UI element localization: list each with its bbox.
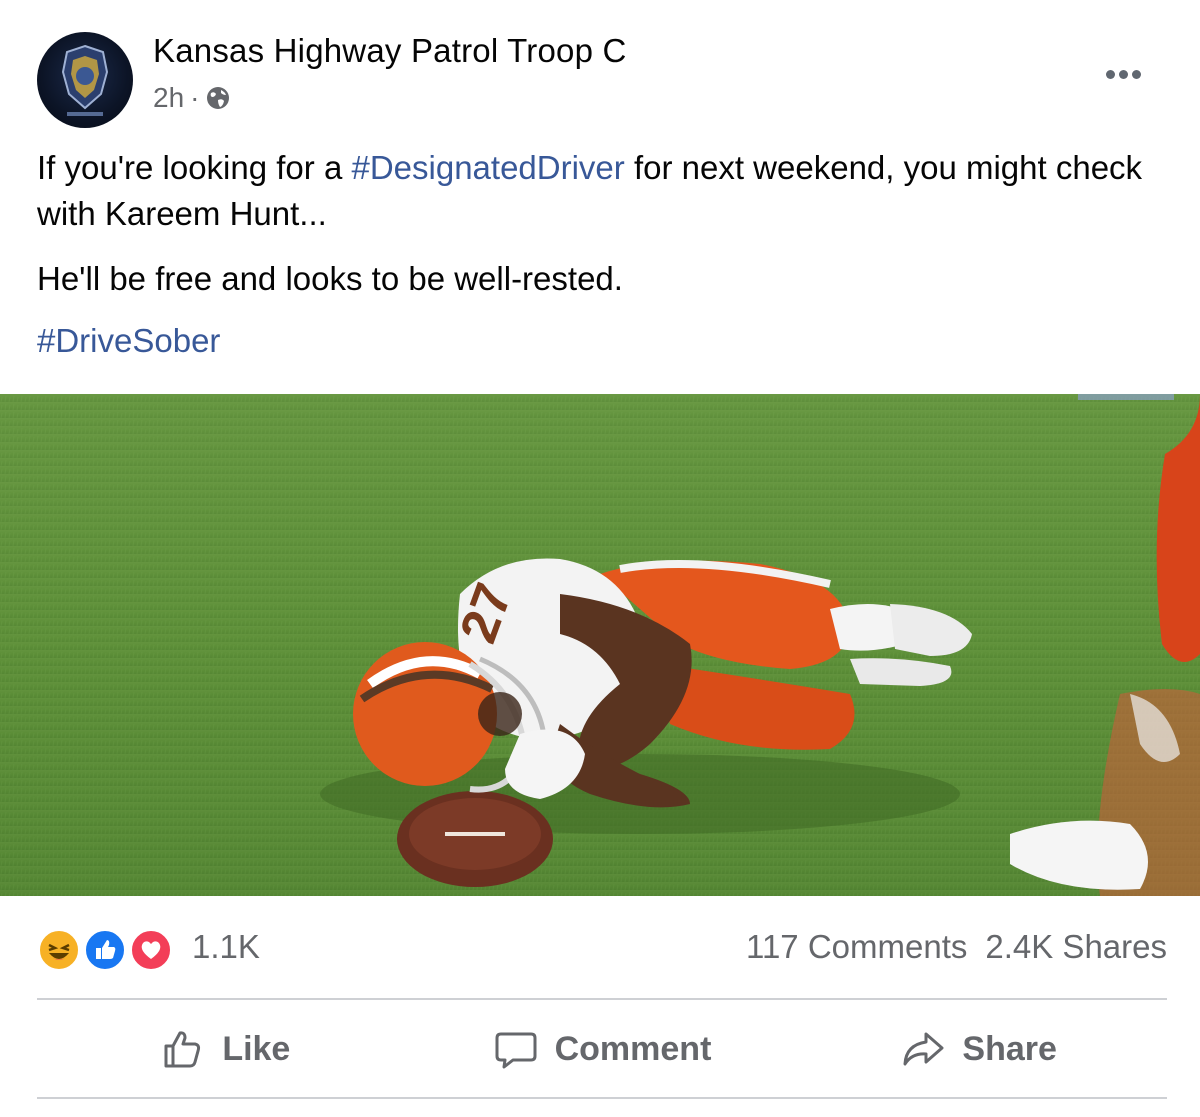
dot-icon: [1131, 69, 1141, 79]
share-button[interactable]: Share: [790, 1004, 1167, 1094]
post-meta: 2h ·: [153, 82, 231, 114]
share-arrow-icon: [903, 1032, 944, 1066]
reactions-bar: 1.1K 117 Comments 2.4K Shares: [37, 920, 1167, 976]
comment-count[interactable]: 117 Comments: [746, 928, 967, 966]
comment-label: Comment: [554, 1029, 712, 1068]
comment-button[interactable]: Comment: [414, 1004, 791, 1094]
reaction-icons[interactable]: [37, 928, 177, 972]
like-reaction-icon: [83, 928, 127, 972]
thumbs-up-icon: [164, 1031, 201, 1068]
post-text-segment: If you're looking for a: [37, 149, 352, 186]
like-label: Like: [222, 1029, 291, 1068]
more-options-icon[interactable]: [1096, 56, 1150, 92]
globe-icon[interactable]: [205, 85, 231, 111]
post-text-paragraph-1: If you're looking for a #DesignatedDrive…: [37, 145, 1177, 237]
dot-icon: [1105, 69, 1115, 79]
post-actions: Like Comment Share: [37, 1004, 1167, 1094]
engagement-counts: 117 Comments 2.4K Shares: [746, 928, 1167, 966]
haha-reaction-icon: [37, 928, 81, 972]
post-header: Kansas Highway Patrol Troop C 2h ·: [0, 0, 1200, 130]
share-label: Share: [962, 1029, 1057, 1068]
hashtag-drive-sober[interactable]: #DriveSober: [37, 322, 220, 359]
hashtag-designated-driver[interactable]: #DesignatedDriver: [351, 149, 624, 186]
love-reaction-icon: [129, 928, 173, 972]
post-photo[interactable]: 27: [0, 394, 1200, 896]
divider: [37, 998, 1167, 1000]
dot-icon: [1118, 69, 1128, 79]
meta-separator: ·: [190, 82, 200, 113]
post-text-paragraph-2: He'll be free and looks to be well-reste…: [37, 260, 623, 297]
football-player-photo: 27: [0, 394, 1200, 896]
post-text-paragraph-3: #DriveSober: [37, 318, 1177, 364]
facebook-post: Kansas Highway Patrol Troop C 2h · If yo…: [0, 0, 1200, 1117]
badge-logo-icon: [61, 44, 109, 116]
share-count[interactable]: 2.4K Shares: [985, 928, 1167, 966]
like-button[interactable]: Like: [37, 1004, 414, 1094]
divider: [37, 1097, 1167, 1099]
page-name[interactable]: Kansas Highway Patrol Troop C: [153, 32, 627, 70]
post-time[interactable]: 2h: [153, 82, 184, 114]
reaction-count[interactable]: 1.1K: [192, 928, 260, 966]
comment-bubble-icon: [495, 1032, 537, 1069]
page-avatar[interactable]: [37, 32, 133, 128]
